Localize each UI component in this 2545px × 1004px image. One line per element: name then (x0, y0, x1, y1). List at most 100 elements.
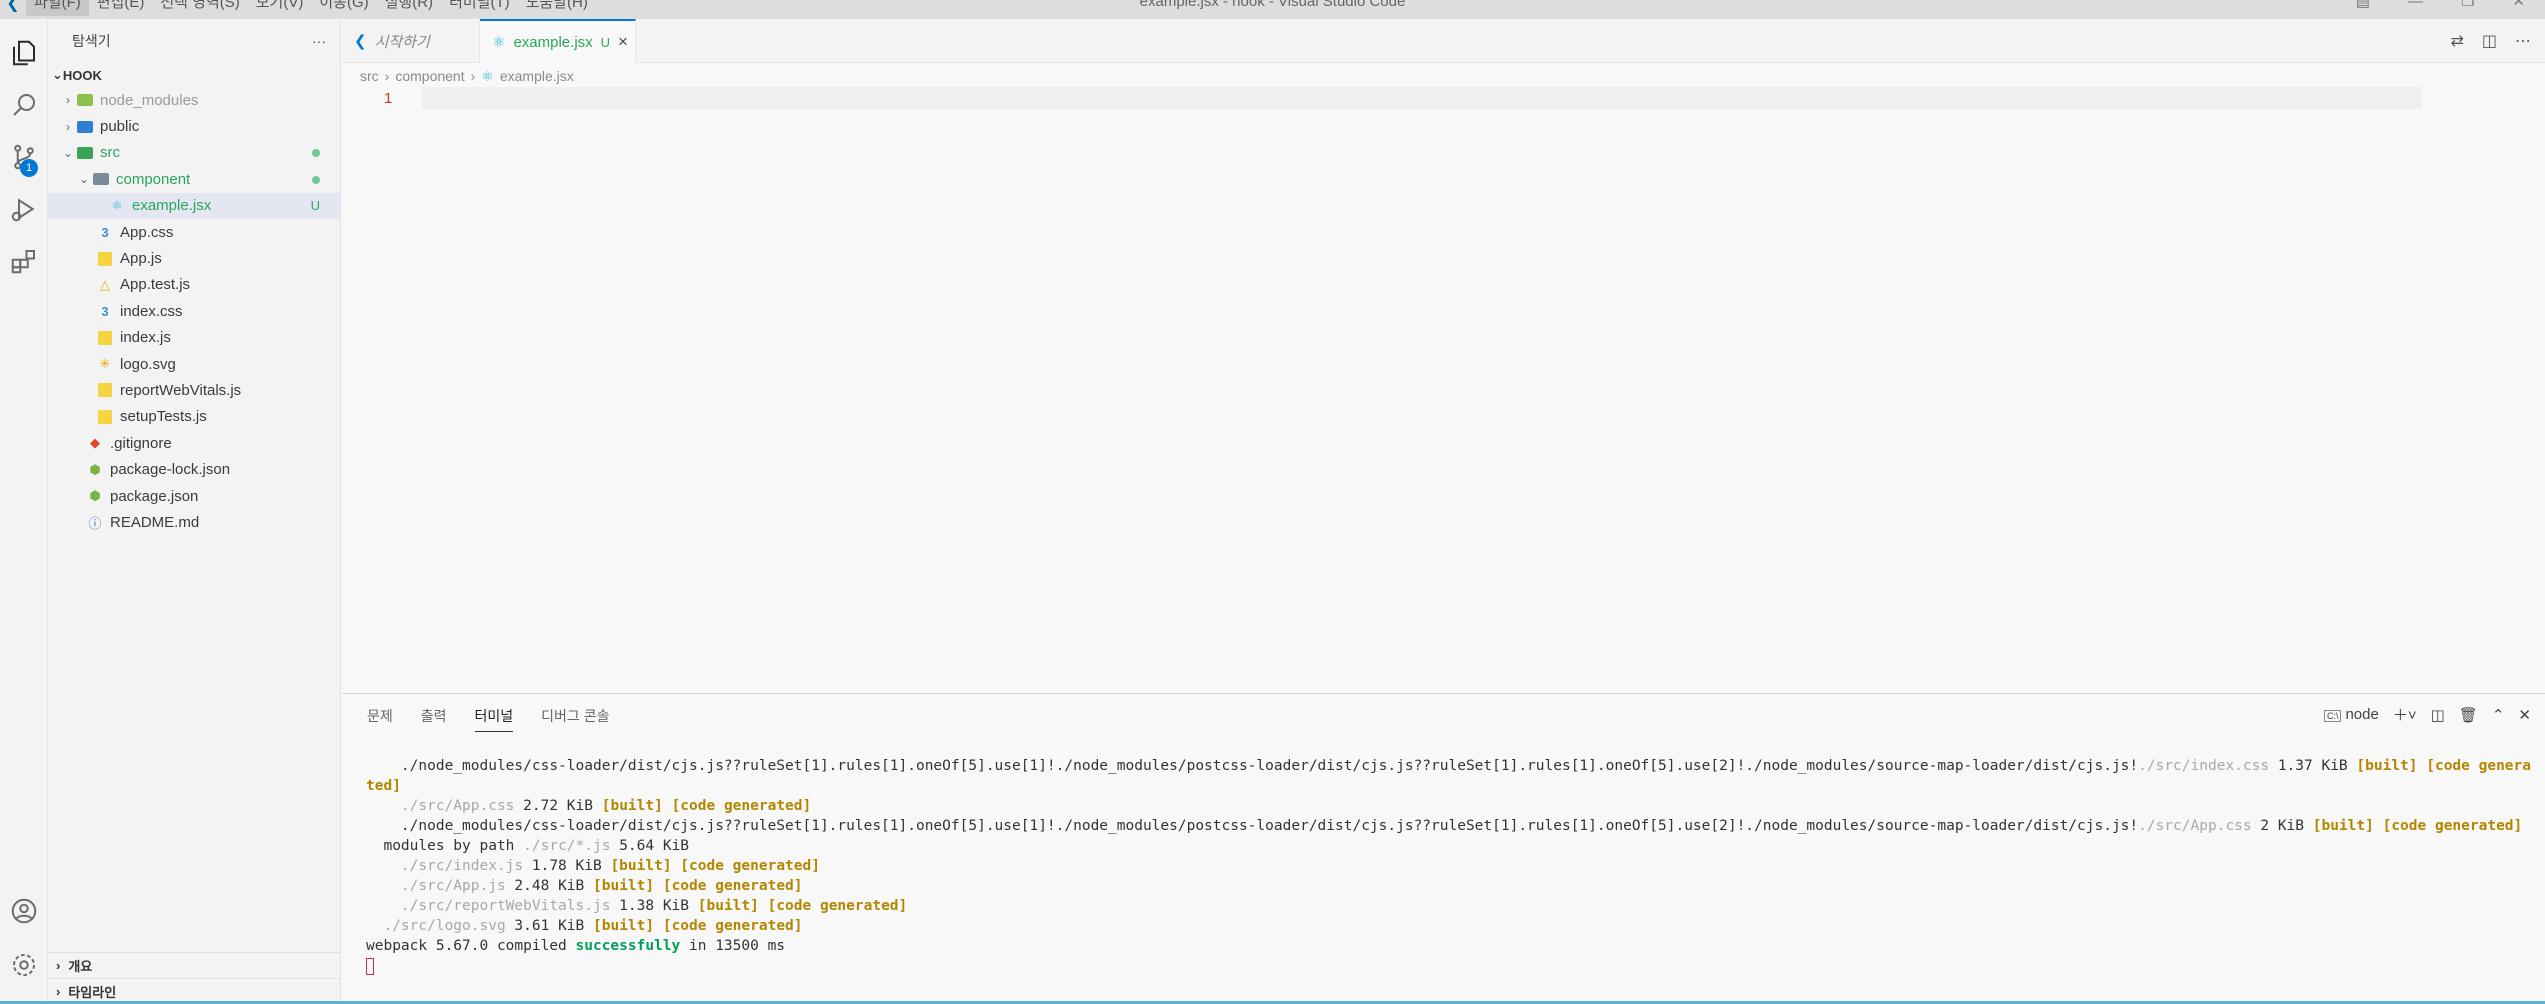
npm-file-icon: ⬢ (89, 461, 101, 477)
tree-item-setup-tests[interactable]: setupTests.js (48, 404, 340, 430)
close-icon[interactable]: × (618, 32, 628, 52)
panel-actions: C:\ node ＋˅ ◫ 🗑 ⌃ ✕ (2323, 704, 2531, 725)
tree-item-label: reportWebVitals.js (120, 381, 242, 399)
terminal-cursor (366, 957, 374, 975)
tree-item-index-js[interactable]: index.js (48, 325, 340, 351)
modified-dot (312, 172, 320, 187)
tab-problems[interactable]: 문제 (367, 704, 393, 732)
info-file-icon: ⓘ (88, 515, 102, 531)
minimize-icon[interactable]: — (2408, 0, 2423, 9)
tree-item-report-web-vitals[interactable]: reportWebVitals.js (48, 377, 340, 403)
terminal-size: 5.64 KiB (610, 838, 690, 854)
tree-item-gitignore[interactable]: ◆ .gitignore (48, 430, 340, 456)
tab-welcome[interactable]: ❮ 시작하기 (342, 19, 480, 63)
terminal-path: ./src/*.js (523, 838, 611, 854)
extensions-icon[interactable] (0, 237, 48, 285)
tree-item-label: component (116, 170, 191, 188)
tree-item-src[interactable]: ⌄ src (48, 140, 340, 166)
terminal-size: 1.37 KiB (2269, 758, 2357, 774)
outline-label: 개요 (68, 959, 93, 974)
terminal-selector[interactable]: C:\ node (2323, 706, 2379, 723)
restore-icon[interactable]: ❐ (2461, 0, 2474, 9)
js-file-icon (96, 409, 114, 425)
breadcrumb: src › component › ⚛ example.jsx (360, 65, 574, 87)
tree-item-example-jsx[interactable]: ⚛ example.jsx U (48, 192, 340, 219)
tree-item-component[interactable]: ⌄ component (48, 166, 340, 192)
chevron-right-icon: › (470, 68, 476, 84)
tree-item-app-js[interactable]: App.js (48, 245, 340, 271)
explorer-sidebar: 탐색기 ··· ⌄ HOOK › node_modules › public ⌄… (48, 19, 341, 1004)
new-terminal-icon[interactable]: ＋˅ (2393, 704, 2417, 725)
terminal-size: 2 KiB (2251, 818, 2313, 834)
tree-item-label: logo.svg (120, 355, 176, 373)
trash-icon[interactable]: 🗑 (2459, 706, 2478, 724)
tab-example-jsx[interactable]: ⚛ example.jsx U × (480, 19, 636, 63)
workspace-name: HOOK (62, 67, 102, 83)
tab-debug-console[interactable]: 디버그 콘솔 (541, 704, 609, 732)
maximize-panel-icon[interactable]: ⌃ (2492, 706, 2505, 724)
breadcrumb-file[interactable]: example.jsx (500, 68, 574, 84)
more-actions-icon[interactable]: ··· (312, 33, 326, 49)
compare-changes-icon[interactable]: ⇄ (2450, 31, 2463, 51)
tree-item-package-json[interactable]: ⬢ package.json (48, 483, 340, 509)
tree-item-label: package-lock.json (110, 461, 231, 479)
terminal-output[interactable]: ./node_modules/css-loader/dist/cjs.js??r… (366, 756, 2536, 976)
tree-item-app-css[interactable]: 3 App.css (48, 219, 340, 245)
tree-item-readme[interactable]: ⓘ README.md (48, 509, 340, 535)
tree-item-index-css[interactable]: 3 index.css (48, 298, 340, 324)
terminal-status: [built] [code generated] (697, 898, 908, 914)
breadcrumb-src[interactable]: src (360, 68, 379, 84)
css-file-icon: 3 (101, 224, 109, 240)
split-terminal-icon[interactable]: ◫ (2431, 706, 2445, 724)
tree-item-package-lock[interactable]: ⬢ package-lock.json (48, 456, 340, 482)
tab-output[interactable]: 출력 (421, 704, 447, 732)
terminal-path: ./src/App.css (2138, 818, 2252, 834)
terminal-line: ./src/App.js 2.48 KiB [built] [code gene… (366, 876, 2536, 896)
timeline-label: 타임라인 (68, 985, 117, 1000)
folder-open-icon (92, 171, 110, 187)
js-file-icon (96, 382, 114, 398)
chevron-right-icon: › (66, 119, 70, 134)
outline-section[interactable]: › 개요 (48, 952, 340, 978)
code-editor[interactable]: 1 (342, 87, 2545, 692)
layout-icon[interactable]: ▤ (2356, 0, 2370, 9)
terminal-path: ./src/logo.svg (366, 918, 506, 934)
terminal-success: successfully (575, 938, 681, 954)
tab-terminal[interactable]: 터미널 (474, 704, 514, 732)
current-line-highlight[interactable] (422, 87, 2422, 109)
breadcrumb-component[interactable]: component (395, 68, 464, 84)
search-icon[interactable] (0, 81, 48, 129)
split-editor-icon[interactable]: ◫ (2482, 31, 2497, 51)
untracked-badge: U (310, 198, 320, 214)
terminal-text: modules by path (366, 838, 524, 854)
terminal-status: [built] [code generated] (2312, 818, 2523, 834)
test-file-icon: △ (100, 276, 110, 292)
activity-bar: 1 (0, 19, 48, 1004)
tree-item-public[interactable]: › public (48, 113, 340, 139)
explorer-icon[interactable] (0, 29, 48, 77)
window-controls: ▤ — ❐ ✕ (2356, 0, 2525, 9)
tree-item-label: node_modules (100, 91, 199, 109)
tree-item-label: App.test.js (120, 276, 191, 294)
npm-file-icon: ⬢ (89, 488, 101, 504)
close-panel-icon[interactable]: ✕ (2518, 706, 2531, 724)
settings-gear-icon[interactable] (0, 941, 48, 989)
chevron-down-icon: ⌄ (62, 145, 74, 160)
explorer-title: 탐색기 (72, 33, 111, 49)
tree-item-node-modules[interactable]: › node_modules (48, 87, 340, 113)
account-icon[interactable] (0, 887, 48, 935)
shell-name: node (2345, 706, 2379, 723)
terminal-line: ./src/index.js 1.78 KiB [built] [code ge… (366, 856, 2536, 876)
terminal-line: modules by path ./src/*.js 5.64 KiB (366, 836, 2536, 856)
tree-item-app-test-js[interactable]: △ App.test.js (48, 272, 340, 298)
run-debug-icon[interactable] (0, 185, 48, 233)
chevron-down-icon: ⌄ (78, 172, 90, 187)
terminal-text: ./node_modules/css-loader/dist/cjs.js??r… (366, 758, 2139, 774)
more-actions-icon[interactable]: ⋯ (2515, 31, 2531, 51)
tree-item-logo-svg[interactable]: ✳ logo.svg (48, 351, 340, 377)
tab-label: example.jsx (513, 33, 593, 51)
chevron-down-icon: ⌄ (52, 67, 63, 82)
workspace-root[interactable]: ⌄ HOOK (48, 63, 340, 87)
close-window-icon[interactable]: ✕ (2512, 0, 2525, 9)
source-control-icon[interactable]: 1 (0, 133, 48, 181)
